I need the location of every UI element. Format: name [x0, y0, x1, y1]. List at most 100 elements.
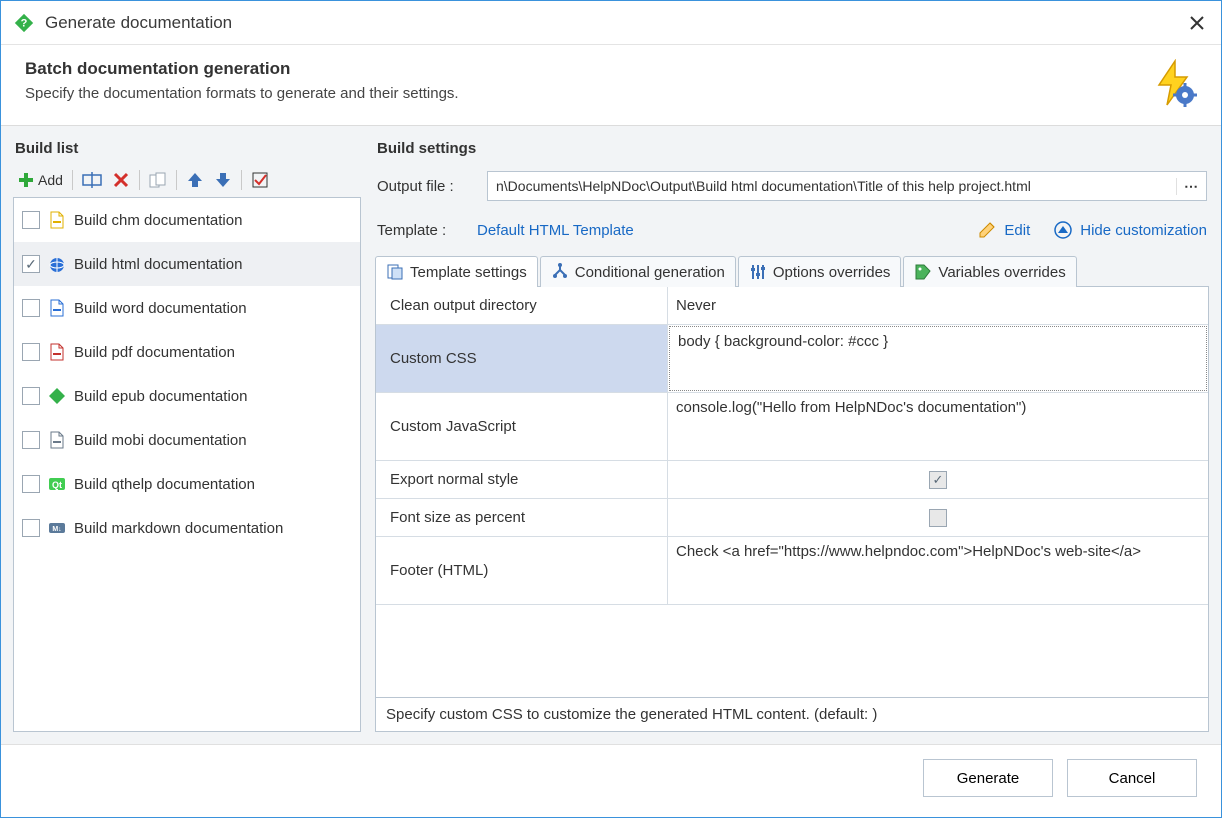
word-icon — [48, 299, 66, 317]
build-list-toolbar: Add — [13, 165, 361, 197]
qt-icon: Qt — [48, 475, 66, 493]
build-item-checkbox[interactable] — [22, 343, 40, 361]
build-item-qt[interactable]: Qt Build qthelp documentation — [14, 462, 360, 506]
build-item-checkbox[interactable] — [22, 431, 40, 449]
md-icon: M↓ — [48, 519, 66, 537]
setting-key: Font size as percent — [376, 499, 668, 536]
generate-button[interactable]: Generate — [923, 759, 1053, 797]
setting-row[interactable]: Font size as percent — [376, 499, 1208, 537]
build-settings-pane: Build settings Output file : ⋯ Template … — [375, 136, 1209, 732]
setting-checkbox[interactable] — [929, 509, 947, 527]
build-item-label: Build mobi documentation — [74, 432, 247, 449]
svg-text:?: ? — [21, 17, 28, 29]
window-title: Generate documentation — [45, 13, 1185, 33]
branch-icon — [551, 263, 569, 281]
build-item-checkbox[interactable] — [22, 519, 40, 537]
header-title: Batch documentation generation — [25, 59, 1149, 79]
template-label: Template : — [377, 222, 477, 239]
epub-icon — [48, 387, 66, 405]
setting-value[interactable]: console.log("Hello from HelpNDoc's docum… — [668, 393, 1208, 460]
output-file-field[interactable]: ⋯ — [487, 171, 1207, 201]
header-subtitle: Specify the documentation formats to gen… — [25, 85, 1149, 102]
build-item-chm[interactable]: Build chm documentation — [14, 198, 360, 242]
pencil-icon — [978, 221, 996, 239]
template-settings-grid[interactable]: Clean output directoryNeverCustom CSSbod… — [375, 287, 1209, 698]
build-item-pdf[interactable]: Build pdf documentation — [14, 330, 360, 374]
cancel-button[interactable]: Cancel — [1067, 759, 1197, 797]
setting-row[interactable]: Custom JavaScriptconsole.log("Hello from… — [376, 393, 1208, 461]
rename-button[interactable] — [78, 167, 106, 193]
titlebar: ? Generate documentation — [1, 1, 1221, 45]
tab-conditional-generation[interactable]: Conditional generation — [540, 256, 736, 287]
edit-template-button[interactable]: Edit — [978, 221, 1030, 239]
delete-button[interactable] — [108, 167, 134, 193]
build-item-checkbox[interactable] — [22, 255, 40, 273]
tab-template-settings[interactable]: Template settings — [375, 256, 538, 287]
build-item-epub[interactable]: Build epub documentation — [14, 374, 360, 418]
tab-variables-overrides[interactable]: Variables overrides — [903, 256, 1076, 287]
setting-value[interactable]: Never — [668, 287, 1208, 324]
build-list-title: Build list — [13, 136, 361, 165]
setting-row[interactable]: Footer (HTML)Check <a href="https://www.… — [376, 537, 1208, 605]
build-item-md[interactable]: M↓ Build markdown documentation — [14, 506, 360, 550]
mobi-icon — [48, 431, 66, 449]
tag-icon — [914, 263, 932, 281]
move-down-button[interactable] — [210, 167, 236, 193]
build-item-label: Build chm documentation — [74, 212, 242, 229]
setting-key: Custom CSS — [376, 325, 668, 392]
setting-row[interactable]: Clean output directoryNever — [376, 287, 1208, 325]
svg-text:Qt: Qt — [52, 480, 62, 490]
lightning-gear-icon — [1149, 59, 1197, 107]
app-icon: ? — [13, 12, 35, 34]
build-item-label: Build markdown documentation — [74, 520, 283, 537]
sliders-icon — [749, 263, 767, 281]
setting-row[interactable]: Export normal style — [376, 461, 1208, 499]
setting-value[interactable] — [668, 461, 1208, 498]
build-item-html[interactable]: Build html documentation — [14, 242, 360, 286]
settings-tabs: Template settings Conditional generation… — [375, 255, 1209, 287]
build-item-word[interactable]: Build word documentation — [14, 286, 360, 330]
template-link[interactable]: Default HTML Template — [477, 222, 634, 239]
tab-options-overrides[interactable]: Options overrides — [738, 256, 902, 287]
output-file-label: Output file : — [377, 178, 477, 195]
move-up-button[interactable] — [182, 167, 208, 193]
build-item-label: Build html documentation — [74, 256, 242, 273]
setting-checkbox[interactable] — [929, 471, 947, 489]
setting-value[interactable]: Check <a href="https://www.helpndoc.com"… — [668, 537, 1208, 604]
build-item-checkbox[interactable] — [22, 387, 40, 405]
setting-key: Clean output directory — [376, 287, 668, 324]
header: Batch documentation generation Specify t… — [1, 45, 1221, 125]
build-item-label: Build word documentation — [74, 300, 247, 317]
build-item-checkbox[interactable] — [22, 299, 40, 317]
add-button[interactable]: Add — [13, 167, 67, 193]
pdf-icon — [48, 343, 66, 361]
svg-text:M↓: M↓ — [52, 526, 61, 533]
output-file-browse-button[interactable]: ⋯ — [1176, 178, 1206, 195]
build-item-checkbox[interactable] — [22, 475, 40, 493]
setting-key: Footer (HTML) — [376, 537, 668, 604]
duplicate-button[interactable] — [145, 167, 171, 193]
chm-icon — [48, 211, 66, 229]
output-file-input[interactable] — [488, 178, 1176, 194]
setting-key: Custom JavaScript — [376, 393, 668, 460]
dialog-footer: Generate Cancel — [1, 744, 1221, 817]
collapse-up-icon — [1054, 221, 1072, 239]
build-item-label: Build epub documentation — [74, 388, 247, 405]
html-icon — [48, 255, 66, 273]
build-settings-title: Build settings — [375, 136, 1209, 165]
build-item-checkbox[interactable] — [22, 211, 40, 229]
hide-customization-button[interactable]: Hide customization — [1054, 221, 1207, 239]
check-all-button[interactable] — [247, 167, 273, 193]
build-list[interactable]: Build chm documentation Build html docume… — [13, 197, 361, 732]
build-item-label: Build pdf documentation — [74, 344, 235, 361]
build-item-label: Build qthelp documentation — [74, 476, 255, 493]
build-list-pane: Build list Add — [13, 136, 361, 732]
build-item-mobi[interactable]: Build mobi documentation — [14, 418, 360, 462]
setting-value[interactable] — [668, 499, 1208, 536]
setting-row[interactable]: Custom CSSbody { background-color: #ccc … — [376, 325, 1208, 393]
template-settings-icon — [386, 263, 404, 281]
close-button[interactable] — [1185, 11, 1209, 35]
setting-value[interactable]: body { background-color: #ccc } — [669, 326, 1207, 391]
setting-key: Export normal style — [376, 461, 668, 498]
setting-description: Specify custom CSS to customize the gene… — [375, 698, 1209, 732]
